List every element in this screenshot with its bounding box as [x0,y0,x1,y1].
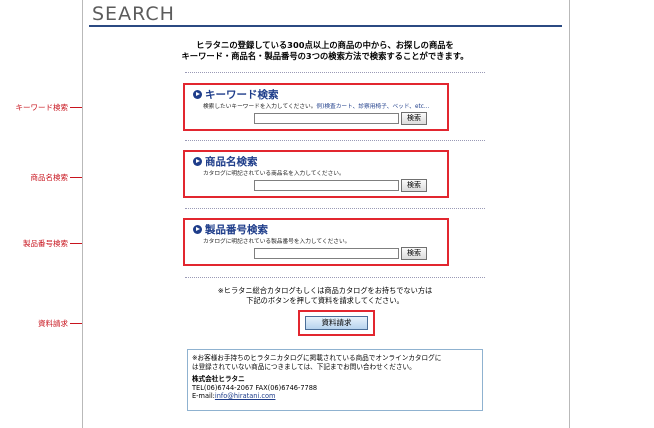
product-number-search-desc: カタログに明記されている製品番号を入力してください。 [203,239,351,245]
arrow-right-icon [193,89,202,99]
arrow-right-icon [193,224,202,234]
request-button-frame: 資料請求 [298,310,375,336]
annotation-keyword-label: キーワード検索 [15,103,69,112]
keyword-search-title: キーワード検索 [205,88,279,101]
annotation-request-label: 資料請求 [38,319,68,328]
keyword-search-desc: 検索したいキーワードを入力してください。例)検査カート、診察用椅子、ベッド、et… [203,101,429,110]
intro-line-2: キーワード・商品名・製品番号の3つの検索方法で検索することができます。 [181,51,469,61]
product-name-search-title: 商品名検索 [205,155,258,168]
keyword-search-input[interactable] [254,113,399,124]
product-number-search-input[interactable] [254,248,399,259]
product-name-search-header: 商品名検索 [193,155,258,168]
product-name-search-input[interactable] [254,180,399,191]
keyword-search-button[interactable]: 検索 [401,112,427,125]
contact-email-link[interactable]: info@hiratani.com [215,392,276,400]
annotation-product-name-label: 商品名検索 [30,173,69,182]
catalog-note: ※ヒラタニ総合カタログもしくは商品カタログをお持ちでない方は 下記のボタンを押し… [123,286,527,305]
annotation-product-number-label: 製品番号検索 [23,239,68,248]
keyword-search-desc-text: 検索したいキーワードを入力してください。 [203,104,317,110]
keyword-search-header: キーワード検索 [193,88,279,101]
contact-line-2: は登録されていない商品につきましては、下記までお問い合わせください。 [192,362,416,371]
product-number-search-title: 製品番号検索 [205,223,268,236]
divider [185,72,485,73]
catalog-note-line-1: ※ヒラタニ総合カタログもしくは商品カタログをお持ちでない方は [217,286,433,295]
contact-email-label: E-mail: [192,392,215,401]
intro-line-1: ヒラタニの登録している300点以上の商品の中から、お探しの商品を [196,40,454,50]
search-page: SEARCH ヒラタニの登録している300点以上の商品の中から、お探しの商品を … [82,0,570,428]
divider [185,140,485,141]
divider [185,277,485,278]
catalog-note-line-2: 下記のボタンを押して資料を請求してください。 [246,295,404,305]
contact-box: ※お客様お手持ちのヒラタニカタログに掲載されている商品でオンラインカタログに は… [187,349,483,411]
product-number-search-button[interactable]: 検索 [401,247,427,260]
product-name-search-desc: カタログに明記されている商品名を入力してください。 [203,171,345,177]
intro-text: ヒラタニの登録している300点以上の商品の中から、お探しの商品を キーワード・商… [123,40,527,62]
keyword-search-example: 例)検査カート、診察用椅子、ベッド、etc... [316,104,430,110]
keyword-search-box: キーワード検索 検索したいキーワードを入力してください。例)検査カート、診察用椅… [183,83,449,131]
contact-line-1: ※お客様お手持ちのヒラタニカタログに掲載されている商品でオンラインカタログに [192,354,442,362]
product-number-search-box: 製品番号検索 カタログに明記されている製品番号を入力してください。 検索 [183,218,449,266]
title-rule [89,25,562,27]
arrow-right-icon [193,156,202,166]
request-materials-button[interactable]: 資料請求 [305,316,368,330]
contact-phone: TEL(06)6744-2067 FAX(06)6746-7788 [192,383,318,392]
product-name-search-box: 商品名検索 カタログに明記されている商品名を入力してください。 検索 [183,150,449,198]
company-name: 株式会社ヒラタニ [192,375,245,384]
contact-email-row: E-mail:info@hiratani.com [192,392,478,401]
product-name-search-button[interactable]: 検索 [401,179,427,192]
divider [185,208,485,209]
page-title: SEARCH [92,3,175,25]
product-number-search-header: 製品番号検索 [193,223,268,236]
